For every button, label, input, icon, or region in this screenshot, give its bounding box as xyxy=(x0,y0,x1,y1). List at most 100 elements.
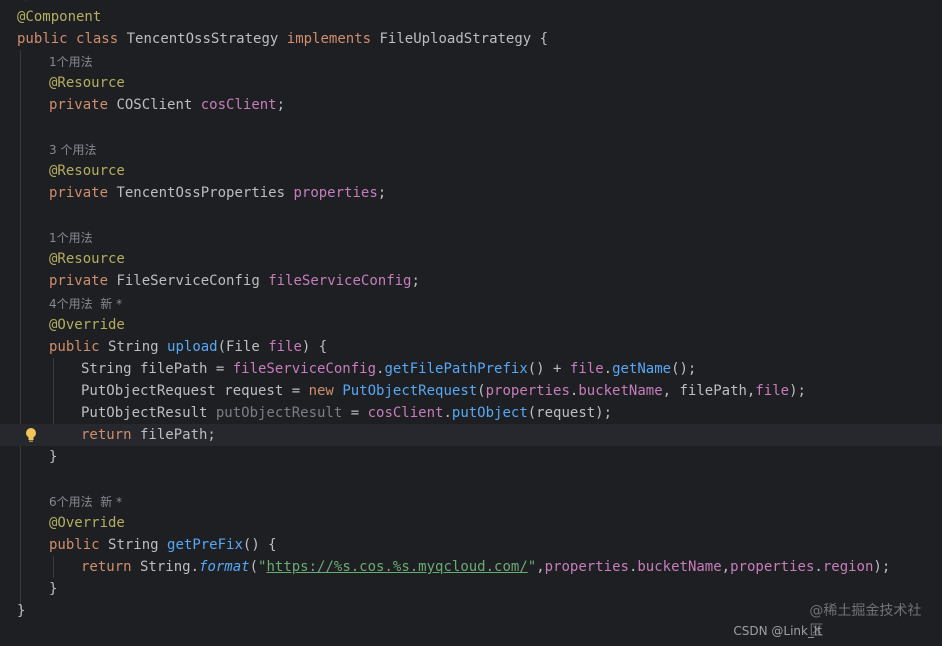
method-call: getName xyxy=(612,361,672,377)
top-hint: 新 xyxy=(16,0,28,3)
decl: String filePath = xyxy=(81,361,233,377)
semicolon: ; xyxy=(276,97,286,113)
keyword-public: public xyxy=(49,537,100,553)
field-ref: fileServiceConfig xyxy=(232,361,377,377)
static-method-call: format xyxy=(199,559,250,575)
return-type: String xyxy=(108,537,159,553)
code-line: @Resource xyxy=(0,72,942,94)
resource-annotation: @Resource xyxy=(49,163,125,179)
method-call: putObject xyxy=(451,405,528,421)
quote: " xyxy=(527,559,537,575)
usage-hint[interactable]: 1个用法 xyxy=(0,227,942,249)
field-ref: bucketName xyxy=(578,383,663,399)
code-line: @Resource xyxy=(0,248,942,270)
field-name: cosClient xyxy=(200,97,277,113)
field-name: properties xyxy=(293,185,378,201)
param-name: file xyxy=(268,339,302,355)
usage-hint-text: 1个用法 xyxy=(49,55,93,69)
usage-hint-text: 4个用法 新 * xyxy=(49,297,123,311)
class-ref: String. xyxy=(131,559,200,575)
override-annotation: @Override xyxy=(49,515,125,531)
brace-open: { xyxy=(531,31,549,47)
params-close: ) { xyxy=(301,339,328,355)
code-line: private TencentOssProperties properties; xyxy=(0,182,942,204)
decl-type: PutObjectResult xyxy=(81,405,216,421)
code-line: @Override xyxy=(0,314,942,336)
expr-end: (request); xyxy=(527,405,613,421)
code-line: public String getPreFix() { xyxy=(0,534,942,556)
watermark: @稀土掘金技术社区CSDN @Link_lt xyxy=(733,600,934,640)
class-name: TencentOssStrategy xyxy=(126,31,279,47)
code-line: @Component xyxy=(0,6,942,28)
usage-hint[interactable]: 4个用法 新 * xyxy=(0,293,942,315)
params-open: (File xyxy=(217,339,269,355)
expr-end: ); xyxy=(873,559,891,575)
code-line: @Resource xyxy=(0,160,942,182)
param-ref: file xyxy=(569,361,604,377)
keyword-private: private xyxy=(49,97,109,113)
code-line: public String upload(File file) { xyxy=(0,336,942,358)
code-line: } xyxy=(0,600,942,622)
code-line: public class TencentOssStrategy implemen… xyxy=(0,28,942,50)
paren: ( xyxy=(249,559,259,575)
params: () { xyxy=(242,537,277,553)
class-annotation: @Component xyxy=(17,9,102,25)
assign: = xyxy=(342,405,368,421)
semicolon: ; xyxy=(377,185,387,201)
code-line: } xyxy=(0,578,942,600)
lightbulb-icon[interactable] xyxy=(24,427,38,443)
resource-annotation: @Resource xyxy=(49,251,125,267)
watermark-csdn: CSDN @Link_lt xyxy=(733,624,822,638)
field-name: fileServiceConfig xyxy=(268,273,412,289)
brace-close: } xyxy=(49,449,58,465)
brace-close: } xyxy=(49,581,58,597)
keyword-return: return xyxy=(81,559,132,575)
keyword-return: return xyxy=(81,427,132,443)
semicolon: ; xyxy=(411,273,420,289)
code-line: private FileServiceConfig fileServiceCon… xyxy=(0,270,942,292)
keyword-implements: implements xyxy=(286,31,372,47)
usage-hint-text: 6个用法 新 * xyxy=(49,495,123,509)
field-type: FileServiceConfig xyxy=(116,273,260,289)
usage-hint[interactable]: 6个用法 新 * xyxy=(0,491,942,513)
brace-close: } xyxy=(17,603,26,619)
return-type: String xyxy=(108,339,159,355)
expr-end: ); xyxy=(789,383,806,399)
field-type: COSClient xyxy=(116,97,193,113)
url-link[interactable]: https://%s.cos.%s.myqcloud.com/ xyxy=(266,559,527,575)
usage-hint-text: 1个用法 xyxy=(49,231,93,245)
resource-annotation: @Resource xyxy=(49,75,125,91)
keyword-class: class xyxy=(76,31,119,47)
field-ref: region xyxy=(822,559,874,575)
expr: , filePath, xyxy=(662,383,756,399)
usage-hint[interactable]: 3 个用法 xyxy=(0,139,942,161)
method-call: getFilePathPrefix xyxy=(384,361,528,377)
code-line: String filePath = fileServiceConfig.getF… xyxy=(81,361,697,377)
constructor-call: PutObjectRequest xyxy=(342,383,478,399)
code-line: @Override xyxy=(0,512,942,534)
keyword-public: public xyxy=(17,31,68,47)
keyword-private: private xyxy=(49,185,109,201)
code-editor[interactable]: 新 @Component public class TencentOssStra… xyxy=(0,0,942,646)
decl: PutObjectRequest request = xyxy=(81,383,309,399)
code-line-current[interactable]: return filePath; xyxy=(0,424,942,446)
watermark-text: @稀土掘金技术社区 xyxy=(809,603,922,639)
field-type: TencentOssProperties xyxy=(116,185,286,201)
keyword-public: public xyxy=(49,339,100,355)
usage-hint-text: 3 个用法 xyxy=(49,143,97,157)
param-ref: file xyxy=(755,383,790,399)
override-annotation: @Override xyxy=(49,317,125,333)
interface-name: FileUploadStrategy xyxy=(379,31,532,47)
code-line: private COSClient cosClient; xyxy=(0,94,942,116)
code-line: PutObjectRequest request = new PutObject… xyxy=(81,383,806,399)
field-ref: properties xyxy=(544,559,629,575)
code-line: } xyxy=(0,446,942,468)
return-value: filePath; xyxy=(131,427,216,443)
field-ref: bucketName xyxy=(637,559,722,575)
method-name: getPreFix xyxy=(167,537,243,553)
usage-hint[interactable]: 1个用法 xyxy=(0,51,942,73)
keyword-new: new xyxy=(308,383,334,399)
code-line: return String.format( "https://%s.cos.%s.… xyxy=(81,559,891,575)
field-ref: properties xyxy=(730,559,815,575)
code-line: PutObjectResult putObjectResult = cosCli… xyxy=(81,405,613,421)
